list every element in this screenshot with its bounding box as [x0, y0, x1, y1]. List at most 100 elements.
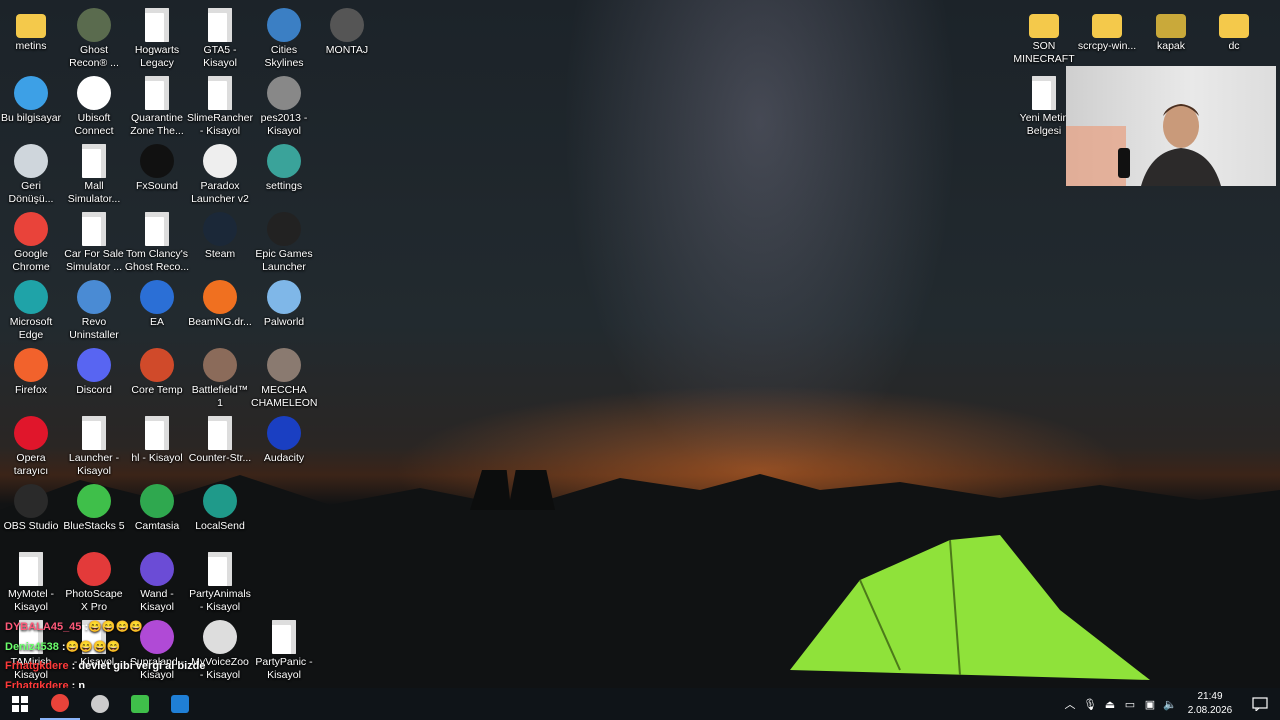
taskbar-app-button[interactable] — [160, 688, 200, 720]
desktop-icon[interactable]: Google Chrome — [0, 208, 64, 274]
desktop-icon[interactable]: MyMotel - Kisayol — [0, 548, 64, 614]
desktop-icon[interactable]: Firefox — [0, 344, 64, 397]
desktop-icon[interactable]: Battlefield™ 1 — [187, 344, 253, 410]
desktop-icon-label: SON MINECRAFT — [1013, 40, 1075, 65]
desktop-icon[interactable]: Camtasia — [124, 480, 190, 533]
steam-icon — [203, 212, 237, 246]
clock-date: 2.08.2026 — [1187, 705, 1233, 716]
desktop-icon[interactable]: BlueStacks 5 — [61, 480, 127, 533]
desktop-icon[interactable]: SlimeRancher - Kisayol — [187, 72, 253, 138]
discord-icon — [77, 348, 111, 382]
desktop-icon-label: kapak — [1156, 40, 1186, 52]
desktop-icon-label: Camtasia — [134, 520, 180, 532]
volume-icon[interactable]: 🔈 — [1160, 688, 1180, 720]
desktop-icon[interactable]: kapak — [1138, 4, 1204, 53]
desktop-icon[interactable]: PartyAnimals - Kisayol — [187, 548, 253, 614]
battery-icon[interactable]: ▭ — [1120, 688, 1140, 720]
desktop-icon[interactable]: LocalSend — [187, 480, 253, 533]
desktop-icon-label: MyMotel - Kisayol — [7, 588, 55, 613]
desktop-icon[interactable]: dc — [1201, 4, 1267, 53]
taskbar-app-button[interactable] — [120, 688, 160, 720]
ghost-recon-icon — [77, 8, 111, 42]
desktop-icon[interactable]: pes2013 - Kisayol — [251, 72, 317, 138]
desktop-icon[interactable]: Wand - Kisayol — [124, 548, 190, 614]
desktop-icon[interactable]: MONTAJ — [314, 4, 380, 57]
taskbar-app-button[interactable] — [40, 688, 80, 720]
desktop-icon[interactable]: Cities Skylines — [251, 4, 317, 70]
desktop-icon-label: Steam — [204, 248, 236, 260]
desktop-icon[interactable]: settings — [251, 140, 317, 193]
desktop-icon[interactable]: Opera tarayıcı — [0, 412, 64, 478]
audacity-icon — [267, 416, 301, 450]
desktop-icon[interactable]: Bu bilgisayar — [0, 72, 64, 125]
desktop-icon-label: Cities Skylines — [264, 44, 304, 69]
desktop-icon-label: Counter-Str... — [188, 452, 252, 464]
obs-icon — [14, 484, 48, 518]
desktop-icon[interactable]: Quarantine Zone The... — [124, 72, 190, 138]
usb-icon[interactable]: ⏏ — [1100, 688, 1120, 720]
desktop-icon[interactable]: SON MINECRAFT — [1011, 4, 1077, 66]
obs-icon — [91, 695, 109, 713]
notification-icon[interactable] — [1240, 688, 1280, 720]
desktop-icon[interactable]: Paradox Launcher v2 — [187, 140, 253, 206]
shortcut-file-icon — [145, 416, 169, 450]
battlefield-icon — [203, 348, 237, 382]
chrome-icon — [51, 694, 69, 712]
desktop-icon[interactable]: hl - Kisayol — [124, 412, 190, 465]
desktop-icon-label: Geri Dönüşü... — [8, 180, 54, 205]
desktop-icon[interactable]: scrcpy-win... — [1074, 4, 1140, 53]
desktop-icon[interactable]: Ubisoft Connect — [61, 72, 127, 138]
start-button[interactable] — [0, 688, 40, 720]
desktop-icon[interactable]: Car For Sale Simulator ... — [61, 208, 127, 274]
desktop-icon[interactable]: Audacity — [251, 412, 317, 465]
desktop[interactable]: metins Ghost Recon® ... Hogwarts Legacy GTA… — [0, 0, 1280, 713]
desktop-icon-label: scrcpy-win... — [1077, 40, 1137, 52]
desktop-icon[interactable]: Ghost Recon® ... — [61, 4, 127, 70]
desktop-icon-label: Hogwarts Legacy — [134, 44, 180, 69]
desktop-icon[interactable]: FxSound — [124, 140, 190, 193]
microphone-icon[interactable]: 🎙 — [1080, 688, 1100, 720]
chevron-up-icon[interactable]: ︿ — [1060, 688, 1080, 720]
network-icon[interactable]: ▣ — [1140, 688, 1160, 720]
desktop-icon[interactable]: MECCHA CHAMELEON — [251, 344, 318, 410]
shortcut-file-icon — [145, 8, 169, 42]
desktop-icon[interactable]: EA — [124, 276, 190, 329]
desktop-icon[interactable]: PartyPanic - Kisayol — [251, 616, 317, 682]
desktop-icon[interactable]: Mall Simulator... — [61, 140, 127, 206]
desktop-icon[interactable]: Epic Games Launcher — [251, 208, 317, 274]
desktop-icon-label: Launcher - Kisayol — [68, 452, 120, 477]
desktop-icon[interactable]: Discord — [61, 344, 127, 397]
desktop-icon-label: MONTAJ — [325, 44, 369, 56]
computer-icon — [14, 76, 48, 110]
desktop-icon[interactable]: metins — [0, 4, 64, 53]
desktop-icon[interactable]: Steam — [187, 208, 253, 261]
desktop-icon-label: hl - Kisayol — [131, 452, 183, 464]
ea-icon — [140, 280, 174, 314]
desktop-icon-label: Mall Simulator... — [67, 180, 121, 205]
desktop-icon[interactable]: PhotoScape X Pro — [61, 548, 127, 614]
chat-message: Deniz4538 :😄😄😄😄 — [5, 640, 206, 660]
desktop-icon[interactable]: Microsoft Edge — [0, 276, 64, 342]
shortcut-file-icon — [272, 620, 296, 654]
chat-text: : devlet gibi vergi al bizde — [68, 660, 206, 672]
desktop-icon-label: Ghost Recon® ... — [69, 44, 119, 69]
desktop-icon[interactable]: Counter-Str... — [187, 412, 253, 465]
chat-message: DYBALA45_45 :😄😄😄😄 — [5, 620, 206, 640]
desktop-icon[interactable]: Revo Uninstaller — [61, 276, 127, 342]
desktop-icon[interactable]: Core Temp — [124, 344, 190, 397]
desktop-icon[interactable]: Hogwarts Legacy — [124, 4, 190, 70]
desktop-icon[interactable]: Launcher - Kisayol — [61, 412, 127, 478]
shortcut-file-icon — [145, 212, 169, 246]
desktop-icon-label: Discord — [76, 384, 112, 396]
desktop-icon[interactable]: Tom Clancy's Ghost Reco... — [124, 208, 190, 274]
desktop-icon-label: settings — [265, 180, 303, 192]
desktop-icon[interactable]: BeamNG.dr... — [187, 276, 253, 329]
clock[interactable]: 21:49 2.08.2026 — [1180, 690, 1240, 718]
taskbar-app-button[interactable] — [80, 688, 120, 720]
montaj-icon — [330, 8, 364, 42]
shortcut-file-icon — [208, 76, 232, 110]
desktop-icon[interactable]: GTA5 - Kisayol — [187, 4, 253, 70]
desktop-icon[interactable]: OBS Studio — [0, 480, 64, 533]
desktop-icon[interactable]: Geri Dönüşü... — [0, 140, 64, 206]
desktop-icon[interactable]: Palworld — [251, 276, 317, 329]
